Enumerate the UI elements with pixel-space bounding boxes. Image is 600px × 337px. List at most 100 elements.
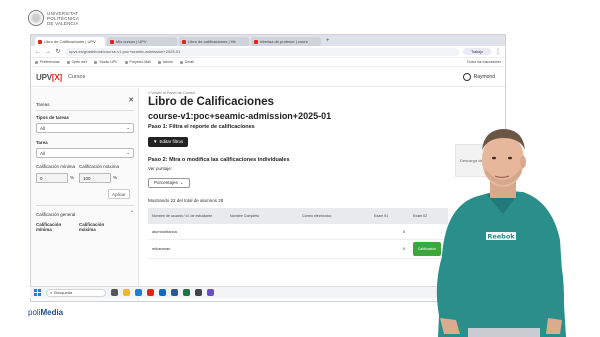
chevron-down-icon: ⌄ <box>126 125 130 130</box>
terminal-icon[interactable] <box>195 289 202 296</box>
menu-icon[interactable]: ⋮ <box>495 48 501 55</box>
exam1-cell[interactable]: 0 <box>370 239 409 259</box>
browser-window: Libro de Calificaciones | UPV Mis cursos… <box>30 34 506 302</box>
email-cell <box>298 224 370 240</box>
exam1-cell[interactable]: 0 <box>370 224 409 240</box>
bookmark-icon <box>35 60 38 64</box>
column-header[interactable]: Exam 02 <box>409 208 448 224</box>
column-header[interactable]: Correo electrónico <box>298 208 370 224</box>
bookmark-item[interactable]: Proyecto Mail <box>124 60 151 64</box>
user-menu[interactable]: Raymond <box>462 73 495 81</box>
logo-line-2: POLITÈCNICA <box>47 15 80 21</box>
back-icon[interactable]: ← <box>35 49 41 55</box>
excel-icon[interactable] <box>183 289 190 296</box>
forward-icon[interactable]: → <box>45 49 51 55</box>
table-row: alumnoblanca 0 <box>148 224 448 240</box>
university-logo: UNIVERSITAT POLITÈCNICA DE VALÈNCIA <box>28 8 88 28</box>
teams-icon[interactable] <box>207 289 214 296</box>
column-header[interactable]: Nombre de usuario / Id. de estudiante <box>148 208 226 224</box>
course-id: course-v1:poc+seamic-admission+2025-01 <box>148 111 332 121</box>
bookmark-item[interactable]: Open edX <box>66 60 87 64</box>
new-tab-button[interactable]: + <box>326 37 330 46</box>
username-cell[interactable]: mikamnan <box>148 239 226 259</box>
bookmark-icon <box>179 60 183 64</box>
task-view-icon[interactable] <box>111 289 118 296</box>
upvx-logo[interactable]: UPV[X] <box>36 73 62 82</box>
user-avatar-icon <box>462 73 471 81</box>
nav-courses[interactable]: Cursos <box>68 74 85 80</box>
word-icon[interactable] <box>171 289 178 296</box>
username-cell[interactable]: alumnoblanca <box>148 224 226 240</box>
percent-sign: % <box>113 175 118 180</box>
step-1: Paso 1: Filtra el reporte de calificacio… <box>148 124 255 130</box>
bookmark-item[interactable]: Admin <box>157 60 173 64</box>
column-header[interactable]: Nombre Completo <box>226 208 298 224</box>
chevron-down-icon: ⌄ <box>179 179 184 185</box>
upv-favicon-icon <box>110 39 114 44</box>
back-link[interactable]: « Volver al Panel de Control <box>148 91 448 95</box>
min-grade-input[interactable]: 0 <box>36 173 68 183</box>
section-tasks: Tareas <box>36 102 50 107</box>
email-cell <box>298 239 370 259</box>
task-type-label: Tipos de tareas <box>36 115 69 120</box>
download-panel[interactable]: Descarga de notas <box>455 144 500 177</box>
fullname-cell <box>226 239 298 259</box>
exam2-cell[interactable] <box>409 224 448 240</box>
taskbar: ⌕ Búsqueda <box>30 286 506 298</box>
filter-icon: ▼ <box>153 139 158 144</box>
apply-button[interactable]: Aplicar <box>108 189 130 199</box>
grade-action-button[interactable]: Calificación <box>413 241 441 256</box>
edge-icon[interactable] <box>135 289 142 296</box>
app-header: UPV[X] Cursos Raymond <box>31 68 505 87</box>
grades-table: Nombre de usuario / Id. de estudiante No… <box>148 208 448 259</box>
upv-favicon-icon <box>38 39 42 44</box>
task-type-select[interactable]: All ⌄ <box>36 123 134 133</box>
overall-max-label: Calificación máxima <box>79 222 105 232</box>
video-frame: UNIVERSITAT POLITÈCNICA DE VALÈNCIA Libr… <box>0 0 600 337</box>
outlook-icon[interactable] <box>159 289 166 296</box>
profile-button[interactable]: Trabajo <box>463 48 491 55</box>
chrome-icon[interactable] <box>147 289 154 296</box>
score-view-select[interactable]: Porcentajes ⌄ <box>148 177 190 188</box>
browser-tab[interactable]: Interfaz de profesor | cours <box>251 37 321 46</box>
bookmark-icon <box>157 60 161 64</box>
max-grade-input[interactable]: 100 <box>79 173 111 183</box>
bookmark-item[interactable]: Preferencias <box>35 60 60 64</box>
browser-toolbar: ← → ↻ upvx.es/gradebook/course-v1:poc+se… <box>31 46 505 58</box>
exam2-cell: Calificación <box>409 239 448 259</box>
file-explorer-icon[interactable] <box>123 289 130 296</box>
chevron-up-icon[interactable]: ⌃ <box>130 210 134 217</box>
reload-icon[interactable]: ↻ <box>55 48 61 55</box>
table-header-row: Nombre de usuario / Id. de estudiante No… <box>148 208 448 224</box>
gradebook-main: « Volver al Panel de Control Libro de Ca… <box>148 88 448 301</box>
page-title: Libro de Calificaciones <box>148 96 274 108</box>
column-header[interactable]: Exam 01 <box>370 208 409 224</box>
edit-filters-button[interactable]: ▼ Editar filtros <box>148 136 189 147</box>
bookmark-icon <box>94 60 98 64</box>
bookmark-icon <box>124 60 128 64</box>
step-2: Paso 2: Mira o modifica las calificacion… <box>148 157 290 163</box>
table-row: mikamnan 0 Calificación <box>148 239 448 259</box>
task-label: Tarea <box>36 140 48 145</box>
score-view-label: Ver puntaje: <box>148 166 173 171</box>
bookmark-item[interactable]: Studio UPV <box>94 60 118 64</box>
task-select[interactable]: All ⌄ <box>36 148 134 158</box>
logo-line-3: DE VALÈNCIA <box>47 20 79 26</box>
section-overall: Calificación general <box>36 212 76 217</box>
all-bookmarks[interactable]: Todos los marcadores <box>467 60 501 64</box>
bookmarks-bar: Preferencias Open edX Studio UPV Proyect… <box>31 58 505 67</box>
chevron-down-icon: ⌄ <box>126 150 130 155</box>
percent-sign: % <box>70 175 75 180</box>
browser-tab[interactable]: Libro de Calificaciones | UPV <box>35 37 105 46</box>
browser-tab[interactable]: Libro de calificaciones | Hit <box>179 37 249 46</box>
username: Raymond <box>473 74 495 80</box>
tab-strip: Libro de Calificaciones | UPV Mis cursos… <box>31 35 505 46</box>
address-bar[interactable]: upvx.es/gradebook/course-v1:poc+seamic-a… <box>65 47 459 56</box>
windows-start-icon[interactable] <box>34 289 41 296</box>
bookmark-item[interactable]: Gmail <box>179 60 194 64</box>
taskbar-search[interactable]: ⌕ Búsqueda <box>46 288 106 297</box>
grade-range: Calificación mínima 0 % Calificación máx… <box>36 164 134 183</box>
filter-sidebar: ✕ Tareas Tipos de tareas All ⌄ Tarea All ⌄… <box>31 88 139 301</box>
upv-favicon-icon <box>254 39 258 44</box>
browser-tab[interactable]: Mis cursos | UPV <box>107 37 177 46</box>
